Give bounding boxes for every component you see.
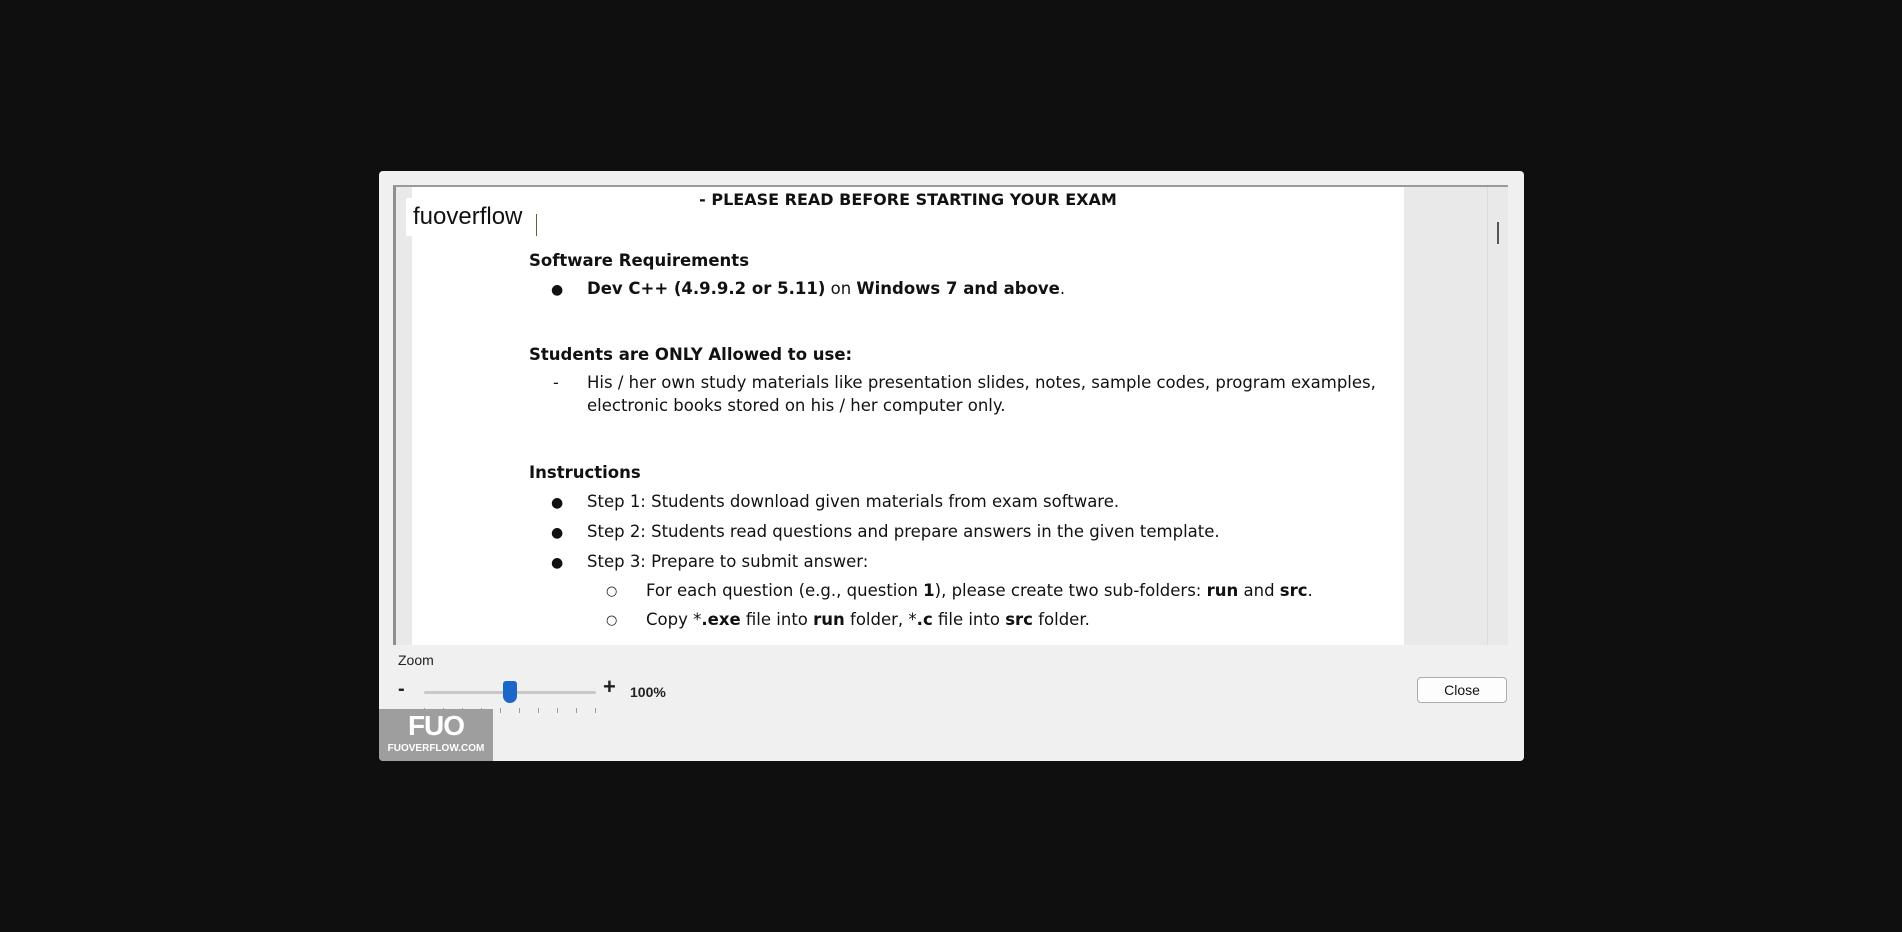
zoom-slider-thumb[interactable]	[503, 681, 517, 703]
scrollbar-thumb[interactable]	[1497, 222, 1499, 244]
circle-bullet-icon: ○	[606, 584, 618, 599]
sub-step-folders: For each question (e.g., question 1), pl…	[646, 581, 1313, 600]
sub-step-copy: Copy *.exe file into run folder, *.c fil…	[646, 610, 1090, 629]
document-page: - PLEASE READ BEFORE STARTING YOUR EXAM …	[412, 187, 1404, 645]
bullet-icon: ●	[551, 555, 564, 571]
allowed-heading: Students are ONLY Allowed to use:	[529, 345, 853, 364]
bullet-icon: ●	[551, 495, 564, 511]
zoom-out-button[interactable]: -	[398, 678, 405, 701]
step-1: Step 1: Students download given material…	[587, 492, 1120, 511]
watermark-text: FUOVERFLOW.COM	[387, 743, 485, 754]
vertical-scrollbar[interactable]	[1487, 187, 1508, 645]
brand-overlay: fuoverflow	[406, 198, 537, 236]
bullet-icon: ●	[551, 525, 564, 541]
document-viewer-frame[interactable]: - PLEASE READ BEFORE STARTING YOUR EXAM …	[393, 185, 1508, 645]
software-requirement-item: Dev C++ (4.9.9.2 or 5.11) on Windows 7 a…	[587, 279, 1066, 298]
step-2: Step 2: Students read questions and prep…	[587, 522, 1220, 541]
close-button[interactable]: Close	[1417, 677, 1507, 703]
zoom-value: 100%	[630, 684, 666, 700]
bullet-icon: ●	[551, 282, 564, 298]
document-title: - PLEASE READ BEFORE STARTING YOUR EXAM	[699, 190, 1117, 209]
allowed-text-line1: His / her own study materials like prese…	[587, 373, 1376, 392]
instructions-heading: Instructions	[529, 463, 641, 482]
fuoverflow-watermark: FUO FUOVERFLOW.COM	[379, 709, 493, 761]
zoom-label: Zoom	[398, 652, 434, 668]
allowed-text-line2: electronic books stored on his / her com…	[587, 396, 1006, 415]
zoom-in-button[interactable]: +	[603, 674, 616, 700]
dash-marker: -	[553, 373, 559, 392]
document-viewer-dialog: - PLEASE READ BEFORE STARTING YOUR EXAM …	[379, 171, 1524, 761]
fuo-logo: FUO	[407, 710, 465, 741]
step-3: Step 3: Prepare to submit answer:	[587, 552, 869, 571]
software-requirements-heading: Software Requirements	[529, 251, 750, 270]
circle-bullet-icon: ○	[606, 613, 618, 628]
